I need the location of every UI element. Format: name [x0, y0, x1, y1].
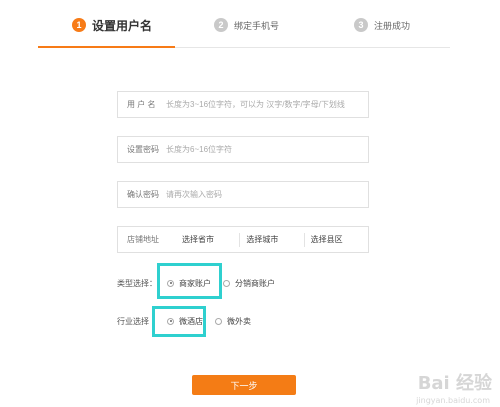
highlight-box [157, 263, 222, 299]
username-label: 用 户 名 [127, 100, 156, 109]
username-field[interactable]: 用 户 名 长度为3~16位字符，可以为 汉字/数字/字母/下划线 [117, 91, 369, 118]
baidu-watermark: Bai 经验 [417, 373, 492, 394]
active-step-indicator [38, 46, 175, 48]
step-number: 2 [214, 18, 228, 32]
step-bind-phone: 2 绑定手机号 [214, 16, 279, 34]
radio-dot[interactable] [223, 279, 230, 287]
city-select[interactable]: 选择城市 [240, 234, 303, 245]
highlight-box [152, 306, 206, 337]
watermark-url: jingyan.baidu.com [416, 396, 490, 405]
username-input[interactable]: 长度为3~16位字符，可以为 汉字/数字/字母/下划线 [166, 99, 345, 110]
confirm-password-input[interactable]: 请再次输入密码 [166, 189, 222, 200]
step-register-success: 3 注册成功 [354, 16, 410, 34]
radio-distributor-account[interactable]: 分销商账户 [223, 278, 275, 289]
confirm-password-label: 确认密码 [127, 190, 159, 199]
step-number: 3 [354, 18, 368, 32]
step-label: 设置用户名 [92, 18, 153, 33]
password-field[interactable]: 设置密码 长度为6~16位字符 [117, 136, 369, 163]
store-address-field: 店铺地址 选择省市 选择城市 选择县区 [117, 226, 369, 253]
confirm-password-field[interactable]: 确认密码 请再次输入密码 [117, 181, 369, 208]
step-label: 注册成功 [374, 20, 411, 31]
store-address-label: 店铺地址 [127, 235, 159, 244]
step-set-username: 1 设置用户名 [72, 16, 152, 34]
step-divider [38, 46, 450, 48]
password-input[interactable]: 长度为6~16位字符 [166, 144, 232, 155]
radio-micro-takeout[interactable]: 微外卖 [215, 316, 251, 327]
step-progress: 1 设置用户名 2 绑定手机号 3 注册成功 [38, 10, 450, 48]
password-label: 设置密码 [127, 145, 159, 154]
province-select[interactable]: 选择省市 [176, 234, 239, 245]
radio-label: 微外卖 [227, 316, 251, 326]
county-select[interactable]: 选择县区 [305, 234, 368, 245]
radio-dot[interactable] [215, 317, 222, 325]
radio-label: 分销商账户 [235, 278, 275, 288]
step-number: 1 [72, 18, 86, 32]
step-label: 绑定手机号 [234, 20, 280, 31]
next-step-button[interactable]: 下一步 [192, 375, 296, 395]
